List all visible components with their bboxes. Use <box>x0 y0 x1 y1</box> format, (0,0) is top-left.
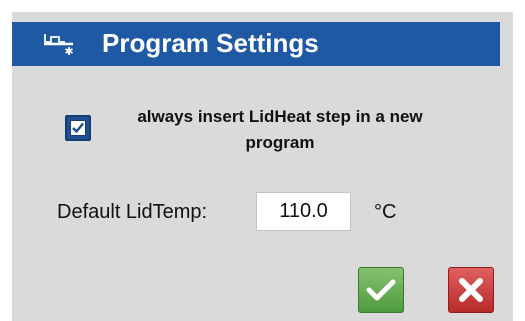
checkmark-icon <box>72 122 84 134</box>
ok-button[interactable] <box>358 267 404 313</box>
lidtemp-unit: °C <box>374 201 397 223</box>
lid-heat-checkbox-label[interactable]: always insert LidHeat step in a new prog… <box>115 104 445 156</box>
checkmark-icon <box>366 279 396 301</box>
lid-heat-checkbox[interactable] <box>65 115 91 141</box>
cancel-button[interactable] <box>448 267 494 313</box>
default-lidtemp-input[interactable] <box>256 192 351 231</box>
lid-heat-icon <box>43 32 77 56</box>
default-lidtemp-label: Default LidTemp: <box>57 201 208 223</box>
checkbox-box <box>70 120 86 136</box>
dialog-title: Program Settings <box>102 28 319 58</box>
close-icon <box>459 278 483 302</box>
